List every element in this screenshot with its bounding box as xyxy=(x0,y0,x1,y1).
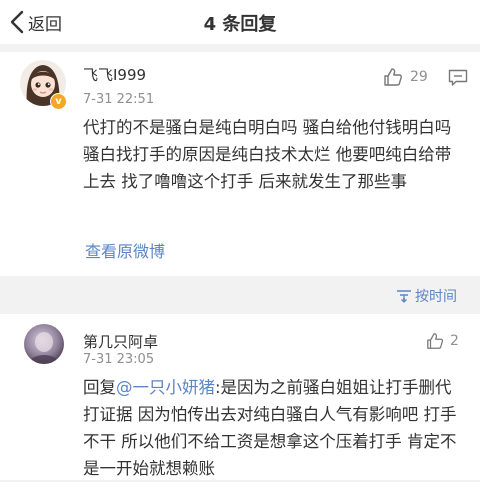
nav-bar: 返回 4 条回复 xyxy=(0,0,480,44)
reply-card: 第几只阿卓 7-31 23:05 2 回复@一只小妍猪:是因为之前骚白姐姐让打手… xyxy=(0,314,480,480)
sort-by-time-button[interactable]: 按时间 xyxy=(396,286,457,306)
mention-link[interactable]: @一只小妍猪 xyxy=(116,378,215,397)
thumbs-up-icon xyxy=(384,68,402,86)
username[interactable]: 飞飞I999 xyxy=(83,64,146,85)
reply-prefix: 回复 xyxy=(83,378,116,397)
timestamp: 7-31 22:51 xyxy=(83,92,155,107)
timestamp: 7-31 23:05 xyxy=(83,352,155,367)
like-button[interactable]: 29 xyxy=(383,67,428,87)
like-button[interactable]: 2 xyxy=(426,332,459,350)
reply-text: 回复@一只小妍猪:是因为之前骚白姐姐让打手删代打证据 因为怕传出去对纯白骚白人气… xyxy=(83,374,463,482)
page-title: 4 条回复 xyxy=(203,14,277,35)
thumbs-up-icon xyxy=(427,333,444,349)
comment-text: 代打的不是骚白是纯白明白吗 骚白给他付钱明白吗 骚白找打手的原因是纯白技术太烂 … xyxy=(83,118,452,191)
main-comment-card: v 飞飞I999 7-31 22:51 29 代打的不是骚白是纯白明白吗 骚白给… xyxy=(0,52,480,276)
sort-icon xyxy=(397,290,411,303)
avatar[interactable] xyxy=(24,324,64,364)
sort-label: 按时间 xyxy=(415,289,457,305)
username[interactable]: 第几只阿卓 xyxy=(83,331,158,352)
comment-button[interactable] xyxy=(448,69,468,91)
comment-icon xyxy=(448,69,468,86)
verified-badge-icon: v xyxy=(50,93,67,110)
like-count: 2 xyxy=(450,333,459,349)
view-original-link[interactable]: 查看原微博 xyxy=(85,238,165,262)
like-count: 29 xyxy=(410,69,428,85)
